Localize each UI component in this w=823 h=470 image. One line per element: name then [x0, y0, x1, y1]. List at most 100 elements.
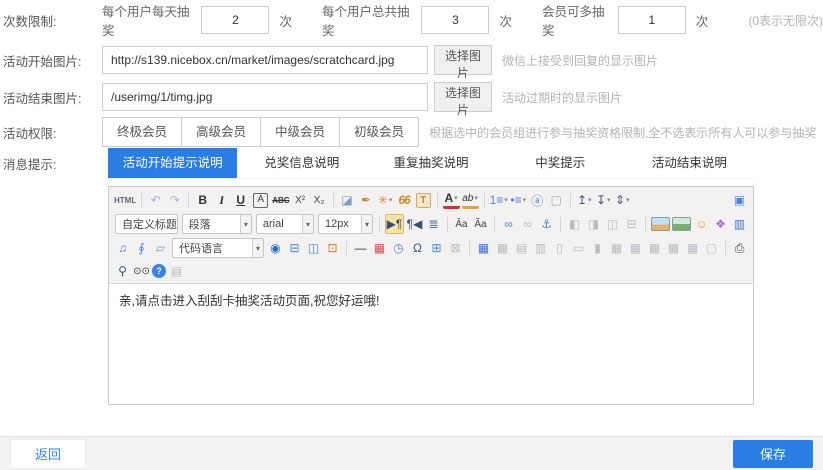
fullscreen-icon[interactable]: ▣ [731, 191, 748, 209]
undo-icon[interactable]: ↶ [147, 191, 164, 209]
editor-content[interactable]: 亲,请点击进入刮刮卡抽奖活动页面,祝您好运哦! [109, 284, 753, 404]
custom-heading-select[interactable]: 自定义标题▾ [115, 214, 178, 234]
limits-items: 每个用户每天抽奖次每个用户总共抽奖次会员可多抽奖次 [102, 1, 738, 39]
member-middle-button[interactable]: 中级会员 [260, 117, 340, 147]
highlight-color-icon[interactable]: ab▾ [462, 192, 479, 209]
media-icon[interactable]: ▥ [731, 215, 748, 233]
save-button[interactable]: 保存 [733, 440, 813, 468]
toolbar-separator [494, 217, 495, 232]
html-source-icon[interactable]: HTML [114, 191, 136, 209]
tab-activity-start-tip[interactable]: 活动开始提示说明 [108, 148, 237, 178]
bold-icon[interactable]: B [194, 191, 211, 209]
member-ultimate-button[interactable]: 终极会员 [102, 117, 182, 147]
preview-icon[interactable]: ⚲ [114, 262, 131, 280]
daily-draw-input[interactable] [201, 6, 269, 34]
split-cells-icon: ▦ [627, 239, 644, 257]
top-spacing-icon[interactable]: ↥▾ [576, 191, 593, 209]
member-junior-button[interactable]: 初级会员 [339, 117, 419, 147]
font-color-icon[interactable]: A▾ [443, 192, 460, 209]
bottom-spacing-icon[interactable]: ↧▾ [595, 191, 612, 209]
link-icon[interactable]: ∞ [500, 215, 517, 233]
cell-properties-icon: ▥ [532, 239, 549, 257]
horizontal-rule-icon[interactable]: — [352, 239, 369, 257]
code-language-select[interactable]: 代码语言▾ [172, 238, 264, 258]
rtl-paragraph-icon[interactable]: ¶◀ [406, 215, 423, 233]
image-library-icon[interactable] [672, 217, 691, 231]
chevron-down-icon[interactable]: ▾ [361, 215, 372, 233]
ordered-list-icon[interactable]: 1≡▾ [490, 191, 508, 209]
total-draw-input[interactable] [421, 6, 489, 34]
table-layout-icon: ▦ [684, 239, 701, 257]
permission-hint: 根据选中的会员组进行参与抽奖资格限制,全不选表示所有人可以参与抽奖 [429, 124, 816, 141]
tab-repeat-draw[interactable]: 重复抽奖说明 [366, 148, 495, 178]
format-brush-icon[interactable]: ✒ [358, 191, 375, 209]
help-icon[interactable]: ? [152, 264, 166, 278]
redo-icon[interactable]: ↷ [166, 191, 183, 209]
insert-image-icon[interactable] [651, 217, 670, 231]
attachment-icon[interactable]: ∮ [133, 239, 150, 257]
superscript-icon[interactable]: X² [292, 191, 309, 209]
chevron-down-icon[interactable]: ▾ [240, 215, 251, 233]
find-replace-icon[interactable]: ⊙⊙ [133, 262, 150, 280]
paragraph-select[interactable]: 段落▾ [182, 214, 252, 234]
eraser-icon[interactable]: ◪ [339, 191, 356, 209]
member-extra-draw-input[interactable] [618, 6, 686, 34]
member-senior-button[interactable]: 高级会员 [181, 117, 261, 147]
calendar-icon[interactable]: ▦ [371, 239, 388, 257]
subscript-icon[interactable]: X₂ [311, 191, 328, 209]
case-lower-icon[interactable]: Ãa [472, 215, 489, 233]
font-size-select-value: 12px [325, 218, 349, 230]
chart-icon[interactable]: ⊞ [428, 239, 445, 257]
anchor-a-icon[interactable]: ⓐ [529, 191, 546, 209]
paragraph-indent-icon[interactable]: ≣ [425, 215, 442, 233]
palette-icon[interactable]: ❖ [712, 215, 729, 233]
clock-icon[interactable]: ◷ [390, 239, 407, 257]
toolbar-separator [333, 193, 334, 208]
music-icon[interactable]: ♫ [114, 239, 131, 257]
start-image-input[interactable] [102, 46, 428, 74]
case-upper-icon[interactable]: Âa [453, 215, 470, 233]
print-icon[interactable]: ⎙ [731, 239, 748, 257]
tab-activity-end[interactable]: 活动结束说明 [625, 148, 754, 178]
chevron-down-icon: ▾ [607, 196, 611, 204]
start-image-pick-button[interactable]: 选择图片 [434, 45, 492, 75]
font-size-select[interactable]: 12px ▾ [318, 214, 373, 234]
code-icon[interactable]: ◉ [267, 239, 284, 257]
toolbar-separator [188, 193, 189, 208]
strikethrough-icon[interactable]: ABC [272, 191, 289, 209]
line-height-icon[interactable]: ⇕▾ [614, 191, 631, 209]
unordered-list-icon[interactable]: •≡▾ [510, 191, 527, 209]
anchor-icon[interactable]: ⚓ [538, 215, 555, 233]
quick-format-icon[interactable]: ✳▾ [377, 191, 394, 209]
insert-table-icon[interactable]: ▦ [475, 239, 492, 257]
blank-page-icon[interactable]: ▢ [548, 191, 565, 209]
tab-redeem-info[interactable]: 兑奖信息说明 [237, 148, 366, 178]
ltr-paragraph-icon[interactable]: ▶¶ [385, 214, 404, 234]
toolbar-separator [437, 193, 438, 208]
end-image-input[interactable] [102, 83, 428, 111]
end-image-hint: 活动过期时的显示图片 [502, 89, 622, 106]
paste-as-text-icon[interactable]: T [416, 193, 431, 208]
member-extra-draw-input-group: 会员可多抽奖次 [542, 1, 708, 39]
end-image-row: 活动结束图片: 选择图片 活动过期时的显示图片 [0, 81, 823, 113]
font-family-select[interactable]: arial ▾ [256, 214, 314, 234]
emoji-icon[interactable]: ☺ [693, 215, 710, 233]
page-break-icon[interactable]: ⊟ [286, 239, 303, 257]
columns-icon[interactable]: ◫ [305, 239, 322, 257]
chevron-down-icon[interactable]: ▾ [302, 215, 313, 233]
font-family-select-value: arial [263, 218, 284, 230]
special-char-icon[interactable]: Ω [409, 239, 426, 257]
template-icon[interactable]: ⊡ [324, 239, 341, 257]
blockquote-icon[interactable]: 66 [396, 191, 413, 209]
chevron-down-icon[interactable]: ▾ [252, 239, 263, 257]
char-border-icon[interactable]: A [253, 193, 268, 208]
flash-icon[interactable]: ▱ [152, 239, 169, 257]
italic-icon[interactable]: I [213, 191, 230, 209]
underline-icon[interactable]: U [232, 191, 249, 209]
toolbar-separator [484, 193, 485, 208]
member-extra-draw-input-unit-label: 次 [696, 11, 709, 30]
end-image-pick-button[interactable]: 选择图片 [434, 82, 492, 112]
unlink-icon: ∞ [519, 215, 536, 233]
back-button[interactable]: 返回 [10, 439, 86, 469]
tab-win-tip[interactable]: 中奖提示 [496, 148, 625, 178]
